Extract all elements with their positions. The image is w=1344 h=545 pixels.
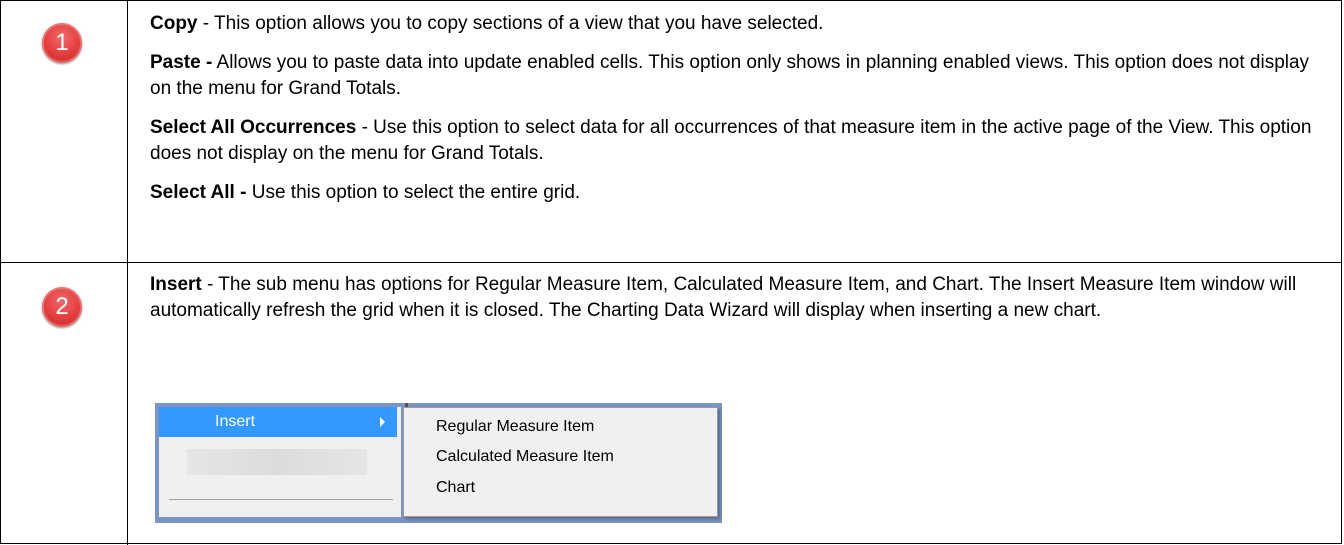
submenu-item-chart[interactable]: Chart [436,478,475,498]
menu-item-label: Insert [215,413,256,430]
blurred-menu-item [187,449,367,475]
table-row: 1 Copy - This option allows you to copy … [1,1,1341,263]
instruction-table: 1 Copy - This option allows you to copy … [0,0,1342,545]
table-row: 2 Insert - The sub menu has options for … [1,263,1341,545]
option-term: Paste - [150,52,213,73]
menu-separator [169,499,393,500]
step-number-badge: 1 [42,23,82,63]
option-term: Select All - [150,182,247,203]
context-menu: Insert [159,407,401,517]
step-number: 2 [55,293,69,320]
description-paragraph: Insert - The sub menu has options for Re… [150,272,1327,324]
context-menu-screenshot: Insert Regular Measure Item Calculated M… [155,403,722,523]
option-term: Copy [150,13,198,34]
description-paragraph: Paste - Allows you to paste data into up… [150,50,1327,102]
column-divider [127,1,128,262]
step-number-badge: 2 [42,287,82,327]
submenu-item-calculated-measure[interactable]: Calculated Measure Item [436,447,614,467]
option-term: Select All Occurrences [150,117,357,138]
step-number: 1 [55,29,69,56]
insert-submenu: Regular Measure Item Calculated Measure … [403,407,718,517]
description-paragraph: Select All - Use this option to select t… [150,180,1327,206]
menu-item-insert[interactable]: Insert [159,407,397,437]
step-description: Copy - This option allows you to copy se… [150,11,1327,219]
column-divider [127,263,128,545]
option-text: Allows you to paste data into update ena… [150,52,1310,99]
chevron-right-icon [380,417,385,427]
option-text: - The sub menu has options for Regular M… [150,274,1297,321]
description-paragraph: Select All Occurrences - Use this option… [150,115,1327,167]
submenu-item-regular-measure[interactable]: Regular Measure Item [436,417,594,437]
option-text: Use this option to select the entire gri… [246,182,581,203]
option-text: - This option allows you to copy section… [197,13,824,34]
step-description: Insert - The sub menu has options for Re… [150,272,1327,337]
option-term: Insert [150,274,202,295]
description-paragraph: Copy - This option allows you to copy se… [150,11,1327,37]
